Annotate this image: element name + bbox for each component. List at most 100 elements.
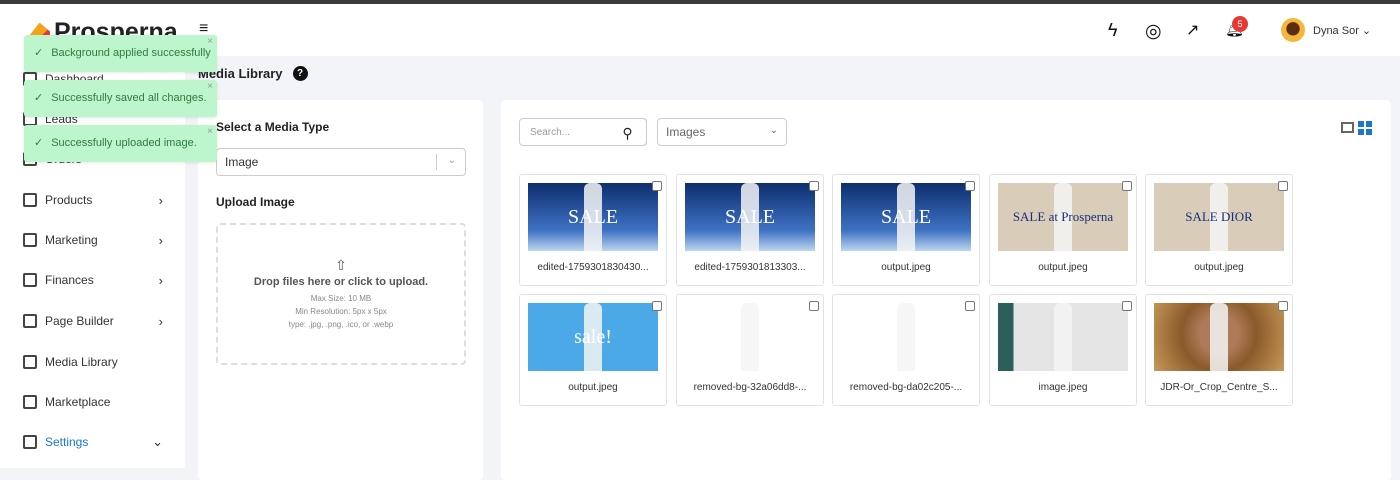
- sidebar-item-page-builder[interactable]: Page Builder ›: [23, 314, 163, 329]
- media-tile[interactable]: SALE DIOR output.jpeg: [1145, 174, 1293, 286]
- upload-icon: ⇧: [335, 257, 347, 273]
- media-icon: [23, 355, 37, 369]
- select-checkbox[interactable]: [652, 301, 662, 311]
- media-thumbnail[interactable]: [841, 303, 971, 371]
- sidebar-item-marketplace[interactable]: Marketplace: [23, 395, 163, 409]
- toast-message: Background applied successfully: [51, 47, 211, 59]
- filter-select[interactable]: Images ⌄: [657, 118, 787, 146]
- lightning-icon[interactable]: ϟ: [1108, 20, 1118, 41]
- media-grid-panel: Search... ⚲ Images ⌄ SALE edited-17593018…: [501, 100, 1391, 480]
- page-builder-icon: [23, 314, 37, 328]
- media-thumbnail[interactable]: [1154, 303, 1284, 371]
- media-tile[interactable]: JDR-Or_Crop_Centre_S...: [1145, 294, 1293, 406]
- sidebar-item-label: Marketing: [45, 233, 98, 247]
- max-size: Max Size: 10 MB: [310, 294, 372, 303]
- select-checkbox[interactable]: [1278, 181, 1288, 191]
- media-thumbnail[interactable]: [998, 303, 1128, 371]
- media-thumbnail[interactable]: [685, 303, 815, 371]
- sidebar-item-label: Media Library: [45, 355, 118, 369]
- megaphone-icon: [23, 233, 37, 247]
- external-link-icon[interactable]: ↗: [1186, 20, 1199, 40]
- media-filename: output.jpeg: [1038, 262, 1088, 273]
- filter-value: Images: [666, 125, 706, 139]
- success-toast: ✓ Background applied successfully ×: [24, 35, 217, 72]
- sidebar-item-products[interactable]: Products ›: [23, 193, 163, 208]
- sidebar-item-label: Products: [45, 193, 93, 207]
- success-toast: ✓ Successfully uploaded image. ×: [24, 125, 217, 162]
- search-placeholder: Search...: [530, 127, 571, 138]
- media-filename: removed-bg-32a06dd8-...: [693, 382, 807, 393]
- select-checkbox[interactable]: [652, 181, 662, 191]
- check-icon: ✓: [34, 47, 44, 59]
- media-filename: edited-1759301813303...: [694, 262, 806, 273]
- check-icon: ✓: [34, 92, 44, 104]
- search-button[interactable]: ⚲: [609, 118, 647, 146]
- sidebar-item-settings[interactable]: Settings ⌄: [23, 434, 163, 449]
- select-checkbox[interactable]: [965, 301, 975, 311]
- thumbnail-overlay-text: SALE at Prosperna: [1012, 209, 1114, 224]
- sidebar-item-label: Settings: [45, 435, 89, 449]
- sidebar-item-finances[interactable]: Finances ›: [23, 273, 163, 288]
- media-tile[interactable]: removed-bg-32a06dd8-...: [676, 294, 824, 406]
- media-tile[interactable]: SALE output.jpeg: [832, 174, 980, 286]
- select-checkbox[interactable]: [965, 181, 975, 191]
- media-filename: edited-1759301830430...: [537, 262, 649, 273]
- thumbnail-overlay-text: SALE: [881, 205, 931, 228]
- media-tile[interactable]: image.jpeg: [989, 294, 1137, 406]
- media-filename: output.jpeg: [568, 382, 618, 393]
- media-filename: output.jpeg: [881, 262, 931, 273]
- media-thumbnail[interactable]: SALE at Prosperna: [998, 183, 1128, 251]
- chevron-icon: ›: [158, 232, 163, 248]
- thumbnail-figure: [897, 303, 915, 371]
- user-menu[interactable]: Dyna Sor ⌄: [1313, 24, 1371, 37]
- media-filename: JDR-Or_Crop_Centre_S...: [1160, 382, 1278, 393]
- chevron-down-icon: ⌄: [769, 125, 778, 136]
- toast-message: Successfully uploaded image.: [51, 137, 197, 149]
- select-checkbox[interactable]: [809, 181, 819, 191]
- help-icon[interactable]: ?: [292, 66, 308, 81]
- media-tile[interactable]: SALE edited-1759301813303...: [676, 174, 824, 286]
- media-thumbnail[interactable]: SALE: [841, 183, 971, 251]
- media-tile[interactable]: SALE at Prosperna output.jpeg: [989, 174, 1137, 286]
- file-types: type: .jpg, .png, .ico, or .webp: [288, 320, 394, 329]
- media-thumbnail[interactable]: SALE: [528, 183, 658, 251]
- sidebar-item-label: Marketplace: [45, 395, 111, 409]
- media-tile[interactable]: removed-bg-da02c205-...: [832, 294, 980, 406]
- min-resolution: Min Resolution: 5px x 5px: [295, 307, 387, 316]
- media-type-value: Image: [225, 155, 259, 169]
- chevron-down-icon: ⌄: [447, 155, 456, 166]
- media-tile[interactable]: sale! output.jpeg: [519, 294, 667, 406]
- select-checkbox[interactable]: [809, 301, 819, 311]
- target-icon[interactable]: ◎: [1145, 20, 1162, 43]
- media-type-label: Select a Media Type: [216, 120, 330, 134]
- upload-dropzone[interactable]: ⇧ Drop files here or click to upload. Ma…: [216, 223, 466, 365]
- thumbnail-overlay-text: SALE: [725, 205, 775, 228]
- media-thumbnail[interactable]: SALE DIOR: [1154, 183, 1284, 251]
- user-name: Dyna Sor: [1313, 25, 1359, 37]
- grid-view-icon[interactable]: [1358, 121, 1372, 135]
- upload-panel: Select a Media Type Image ⌄ Upload Image …: [198, 100, 483, 480]
- close-icon[interactable]: ×: [207, 126, 213, 137]
- select-checkbox[interactable]: [1278, 301, 1288, 311]
- sidebar-item-media-library[interactable]: Media Library: [23, 355, 163, 369]
- gear-icon: [23, 435, 37, 449]
- close-icon[interactable]: ×: [207, 36, 213, 47]
- close-icon[interactable]: ×: [207, 81, 213, 92]
- drop-text: Drop files here or click to upload.: [253, 276, 429, 288]
- select-checkbox[interactable]: [1122, 301, 1132, 311]
- media-thumbnail[interactable]: sale!: [528, 303, 658, 371]
- media-filename: image.jpeg: [1038, 382, 1088, 393]
- media-type-select[interactable]: Image ⌄: [216, 148, 466, 176]
- thumbnail-figure: [1054, 303, 1072, 371]
- media-filename: removed-bg-da02c205-...: [849, 382, 963, 393]
- sidebar-item-label: Page Builder: [45, 314, 114, 328]
- upload-image-label: Upload Image: [216, 195, 295, 209]
- avatar[interactable]: [1281, 18, 1305, 42]
- list-view-icon[interactable]: [1341, 122, 1354, 133]
- success-toast: ✓ Successfully saved all changes. ×: [24, 80, 217, 117]
- media-thumbnail[interactable]: SALE: [685, 183, 815, 251]
- thumbnail-figure: [741, 303, 759, 371]
- select-checkbox[interactable]: [1122, 181, 1132, 191]
- sidebar-item-marketing[interactable]: Marketing ›: [23, 232, 163, 248]
- media-tile[interactable]: SALE edited-1759301830430...: [519, 174, 667, 286]
